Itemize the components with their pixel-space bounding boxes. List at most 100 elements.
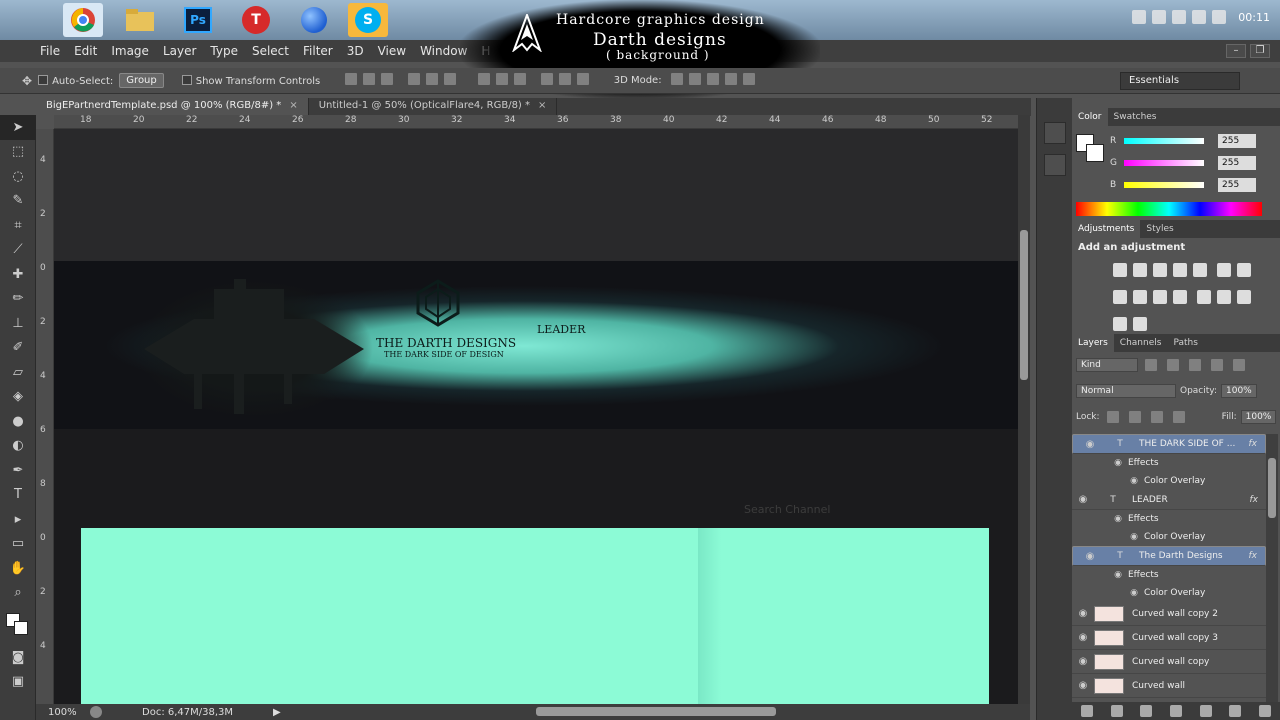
tab-styles[interactable]: Styles xyxy=(1140,220,1179,238)
effects-row[interactable]: ◉ Effects xyxy=(1072,566,1266,584)
tab-paths[interactable]: Paths xyxy=(1167,334,1203,352)
type-tool-icon[interactable]: T xyxy=(0,483,36,508)
show-transform-checkbox[interactable]: Show Transform Controls xyxy=(181,74,320,87)
layer-row[interactable]: ◉ T LEADER fx xyxy=(1072,490,1266,510)
scroll-thumb[interactable] xyxy=(1020,230,1028,380)
effect-row[interactable]: ◉ Color Overlay xyxy=(1072,528,1266,546)
move-tool-icon[interactable]: ✥ xyxy=(22,74,32,88)
align-bottom-icon[interactable] xyxy=(381,73,394,85)
tray-icon[interactable] xyxy=(1172,10,1187,24)
lock-all-icon[interactable] xyxy=(1172,411,1185,423)
trash-icon[interactable] xyxy=(1259,705,1272,717)
close-tab-icon[interactable]: × xyxy=(289,100,297,111)
add-mask-icon[interactable] xyxy=(1140,705,1153,717)
menu-view[interactable]: View xyxy=(371,44,413,58)
lasso-tool-icon[interactable]: ◌ xyxy=(0,164,36,189)
layer-row[interactable]: ◉ T THE DARK SIDE OF ... fx xyxy=(1072,434,1266,454)
brightness-icon[interactable] xyxy=(1113,263,1127,277)
new-layer-icon[interactable] xyxy=(1229,705,1242,717)
filter-adjust-icon[interactable] xyxy=(1167,359,1179,371)
menu-file[interactable]: File xyxy=(0,44,67,58)
shape-tool-icon[interactable]: ▭ xyxy=(0,532,36,557)
zoom-tool-icon[interactable]: ⌕ xyxy=(0,581,36,606)
distribute-left-icon[interactable] xyxy=(540,73,553,85)
folder-icon[interactable] xyxy=(120,3,160,37)
align-right-icon[interactable] xyxy=(443,73,456,85)
visibility-eye-icon[interactable]: ◉ xyxy=(1072,494,1094,505)
chrome-icon[interactable] xyxy=(63,3,103,37)
brush-tool-icon[interactable]: ✏ xyxy=(0,287,36,312)
tray-icon[interactable] xyxy=(1132,10,1147,24)
lock-position-icon[interactable] xyxy=(1150,411,1163,423)
effect-eye-icon[interactable]: ◉ xyxy=(1072,532,1138,542)
distribute-top-icon[interactable] xyxy=(478,73,491,85)
doc-info-icon[interactable] xyxy=(90,706,102,718)
media-icon[interactable] xyxy=(294,3,334,37)
channel-b[interactable]: B 255 xyxy=(1110,178,1256,192)
canvas-vertical-scrollbar[interactable] xyxy=(1018,115,1030,704)
effects-row[interactable]: ◉ Effects xyxy=(1072,510,1266,528)
layer-row[interactable]: ◉ Curved wall copy 3 xyxy=(1072,626,1266,650)
invert-icon[interactable] xyxy=(1196,290,1211,304)
visibility-eye-icon[interactable]: ◉ xyxy=(1072,656,1094,667)
zoom-level[interactable]: 100% xyxy=(48,707,90,718)
healing-brush-icon[interactable]: ✚ xyxy=(0,262,36,287)
fx-badge[interactable]: fx xyxy=(1249,551,1258,561)
effect-eye-icon[interactable]: ◉ xyxy=(1072,476,1138,486)
paint-bucket-icon[interactable]: ◈ xyxy=(0,385,36,410)
quick-mask-icon[interactable]: ◙ xyxy=(0,645,36,670)
minimize-button[interactable]: – xyxy=(1226,44,1246,58)
history-brush-icon[interactable]: ✐ xyxy=(0,336,36,361)
3d-pan-icon[interactable] xyxy=(706,73,719,85)
channel-b-value[interactable]: 255 xyxy=(1218,178,1256,192)
filter-shape-icon[interactable] xyxy=(1211,359,1223,371)
distribute-middle-icon[interactable] xyxy=(496,73,509,85)
tab-adjustments[interactable]: Adjustments xyxy=(1072,220,1141,238)
layers-scroll-thumb[interactable] xyxy=(1268,458,1276,518)
background-color-swatch[interactable] xyxy=(1086,144,1104,162)
layer-row[interactable]: ◉ T The Darth Designs fx xyxy=(1072,546,1266,566)
menu-select[interactable]: Select xyxy=(245,44,296,58)
document-canvas[interactable]: THE DARTH DESIGNS THE DARK SIDE OF DESIG… xyxy=(54,129,1018,704)
filter-kind-dropdown[interactable]: Kind xyxy=(1076,358,1138,372)
history-panel-icon[interactable] xyxy=(1043,122,1066,144)
quick-select-tool-icon[interactable]: ✎ xyxy=(0,189,36,214)
visibility-eye-icon[interactable]: ◉ xyxy=(1079,551,1101,562)
fill-field[interactable]: 100% xyxy=(1240,410,1277,424)
properties-panel-icon[interactable] xyxy=(1043,154,1066,176)
dodge-tool-icon[interactable]: ◐ xyxy=(0,434,36,459)
3d-rotate-icon[interactable] xyxy=(670,73,683,85)
network-icon[interactable] xyxy=(1212,10,1227,24)
posterize-icon[interactable] xyxy=(1216,290,1231,304)
channel-g-slider[interactable] xyxy=(1124,160,1204,166)
filter-smart-icon[interactable] xyxy=(1233,359,1245,371)
levels-icon[interactable] xyxy=(1133,263,1147,277)
color-lookup-icon[interactable] xyxy=(1173,290,1187,304)
crop-tool-icon[interactable]: ⌗ xyxy=(0,213,36,238)
new-group-icon[interactable] xyxy=(1199,705,1212,717)
effects-eye-icon[interactable]: ◉ xyxy=(1072,514,1122,524)
layer-row[interactable]: ◉ Curved wall xyxy=(1072,674,1266,698)
move-tool-icon[interactable]: ➤ xyxy=(0,115,36,140)
tab-channels[interactable]: Channels xyxy=(1114,334,1168,352)
3d-roll-icon[interactable] xyxy=(688,73,701,85)
align-middle-icon[interactable] xyxy=(363,73,376,85)
tab-untitled-1[interactable]: Untitled-1 @ 50% (OpticalFlare4, RGB/8) … xyxy=(309,98,558,116)
restore-button[interactable]: ❐ xyxy=(1250,44,1270,58)
menu-filter[interactable]: Filter xyxy=(296,44,340,58)
exposure-icon[interactable] xyxy=(1173,263,1187,277)
layer-row[interactable]: ◉ Curved wall copy 2 xyxy=(1072,602,1266,626)
opacity-field[interactable]: 100% xyxy=(1221,384,1257,398)
3d-scale-icon[interactable] xyxy=(742,73,755,85)
eraser-tool-icon[interactable]: ▱ xyxy=(0,360,36,385)
align-top-icon[interactable] xyxy=(345,73,358,85)
photo-filter-icon[interactable] xyxy=(1133,290,1147,304)
visibility-eye-icon[interactable]: ◉ xyxy=(1072,632,1094,643)
hue-saturation-icon[interactable] xyxy=(1216,263,1231,277)
tab-swatches[interactable]: Swatches xyxy=(1108,108,1163,126)
clone-stamp-icon[interactable]: ⊥ xyxy=(0,311,36,336)
tray-icon[interactable] xyxy=(1152,10,1167,24)
volume-icon[interactable] xyxy=(1192,10,1207,24)
blur-tool-icon[interactable]: ● xyxy=(0,409,36,434)
black-white-icon[interactable] xyxy=(1113,290,1127,304)
